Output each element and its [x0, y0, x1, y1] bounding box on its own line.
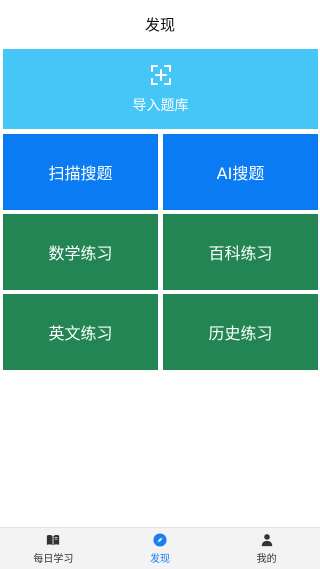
scan-search-label: 扫描搜题 — [48, 164, 113, 183]
tab-daily-study-label: 每日学习 — [33, 553, 74, 565]
scan-search-button[interactable]: 扫描搜题 — [3, 134, 158, 210]
math-practice-button[interactable]: 数学练习 — [3, 214, 158, 290]
ai-search-label: AI搜题 — [216, 164, 265, 183]
import-question-bank-button[interactable]: 导入题库 — [3, 49, 318, 129]
scan-add-icon — [150, 65, 171, 85]
person-icon — [261, 533, 272, 546]
tab-mine[interactable]: 我的 — [213, 528, 320, 569]
compass-icon — [153, 532, 167, 547]
history-practice-label: 历史练习 — [208, 324, 273, 343]
english-practice-button[interactable]: 英文练习 — [3, 294, 158, 370]
top-header: 发现 — [0, 0, 320, 48]
math-practice-label: 数学练习 — [48, 244, 113, 263]
book-icon — [47, 534, 60, 545]
bottom-tab-bar: 每日学习 发现 我的 — [0, 527, 320, 569]
tab-daily-study[interactable]: 每日学习 — [0, 528, 107, 569]
tab-discover-label: 发现 — [150, 553, 170, 565]
import-question-bank-label: 导入题库 — [132, 98, 189, 114]
encyclopedia-practice-button[interactable]: 百科练习 — [163, 214, 318, 290]
tab-discover[interactable]: 发现 — [107, 528, 214, 569]
ai-search-button[interactable]: AI搜题 — [163, 134, 318, 210]
page-title: 发现 — [144, 15, 175, 34]
encyclopedia-practice-label: 百科练习 — [208, 244, 273, 263]
tab-mine-label: 我的 — [256, 553, 277, 565]
english-practice-label: 英文练习 — [48, 324, 113, 343]
history-practice-button[interactable]: 历史练习 — [163, 294, 318, 370]
